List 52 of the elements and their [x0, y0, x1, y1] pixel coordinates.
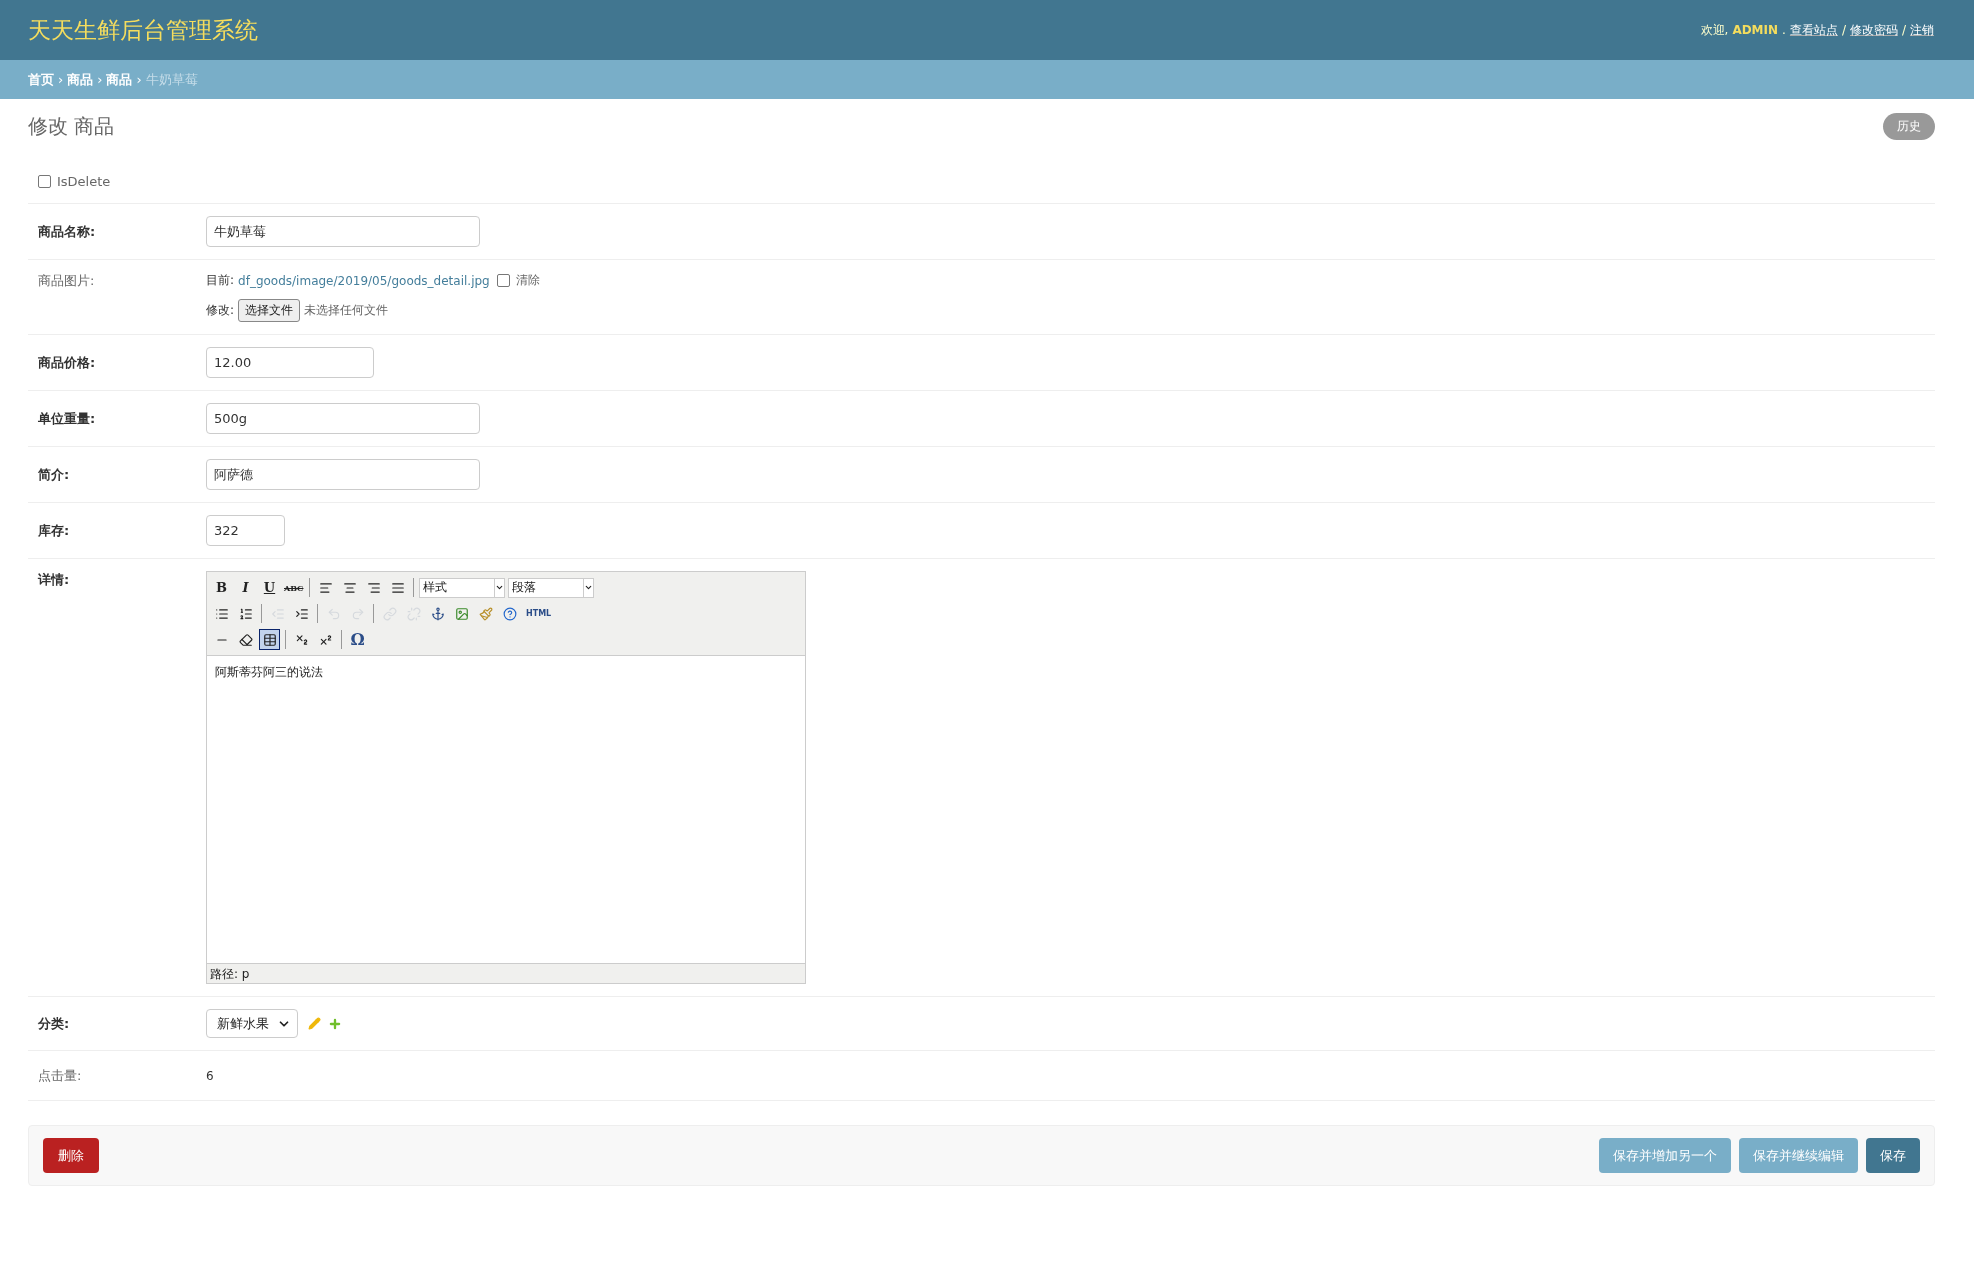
toolbar-button[interactable]: HTML — [523, 603, 555, 624]
current-label: 目前: — [206, 272, 235, 289]
field-label: 简介: — [38, 465, 71, 484]
category-select[interactable]: 新鲜水果 — [206, 1009, 298, 1038]
file-status: 未选择任何文件 — [304, 302, 389, 319]
clear-label: 清除 — [515, 272, 540, 289]
save-button[interactable]: 保存 — [1866, 1138, 1920, 1173]
header-text: . — [1782, 23, 1786, 37]
rich-text-editor[interactable]: B I U ABC 样式 段落 HTML Ω 阿斯蒂芬阿三的说法 路径: p — [206, 571, 806, 984]
breadcrumb-separator: › — [136, 72, 142, 87]
toolbar-button[interactable]: B — [211, 577, 232, 598]
field-value: 6 — [206, 1068, 214, 1083]
text-field[interactable]: 12.00 — [206, 347, 374, 378]
clear-checkbox[interactable] — [496, 274, 510, 287]
user-name: ADMIN — [1732, 23, 1779, 37]
field-label: 商品图片: — [38, 272, 96, 290]
field-label: 详情: — [38, 571, 71, 589]
toolbar-dropdown[interactable]: 样式 — [419, 577, 506, 598]
page-title: 修改 商品 — [28, 113, 115, 140]
file-link[interactable]: df_goods/image/2019/05/goods_detail.jpg — [238, 273, 490, 288]
header-text: 欢迎, — [1700, 21, 1729, 39]
toolbar-button[interactable]: Ω — [347, 629, 368, 650]
text-field[interactable]: 阿萨德 — [206, 459, 480, 490]
toolbar-button[interactable]: ABC — [283, 577, 305, 598]
header-text: / — [1841, 23, 1846, 37]
breadcrumb-separator: › — [97, 72, 103, 87]
header-link[interactable]: 修改密码 — [1849, 21, 1898, 39]
header-text: / — [1901, 23, 1906, 37]
toolbar-button[interactable]: U — [259, 577, 280, 598]
change-label: 修改: — [206, 302, 235, 319]
toolbar-button[interactable]: I — [235, 577, 256, 598]
breadcrumb-current: 牛奶草莓 — [145, 70, 198, 89]
field-label: 商品价格: — [38, 353, 97, 372]
field-label: 分类: — [38, 1014, 71, 1033]
choose-file-button[interactable]: 选择文件 — [238, 299, 301, 322]
toolbar-dropdown[interactable]: 段落 — [508, 577, 595, 598]
text-field[interactable]: 322 — [206, 515, 285, 546]
field-label: 商品名称: — [38, 222, 97, 241]
text-field[interactable]: 牛奶草莓 — [206, 216, 480, 247]
field-label: 点击量: — [38, 1066, 83, 1085]
header-link[interactable]: 注销 — [1910, 21, 1934, 39]
checkbox[interactable] — [38, 175, 51, 188]
header-link[interactable]: 查看站点 — [1789, 21, 1838, 39]
table-icon[interactable] — [259, 629, 280, 650]
field-label: 库存: — [38, 521, 71, 540]
editor-path: 路径: p — [207, 963, 805, 983]
site-title: 天天生鲜后台管理系统 — [28, 15, 258, 45]
field-label: 单位重量: — [38, 409, 97, 428]
text-field[interactable]: 500g — [206, 403, 480, 434]
delete-button[interactable]: 删除 — [43, 1138, 99, 1173]
breadcrumb-separator: › — [58, 72, 64, 87]
field-label: IsDelete — [57, 174, 111, 189]
